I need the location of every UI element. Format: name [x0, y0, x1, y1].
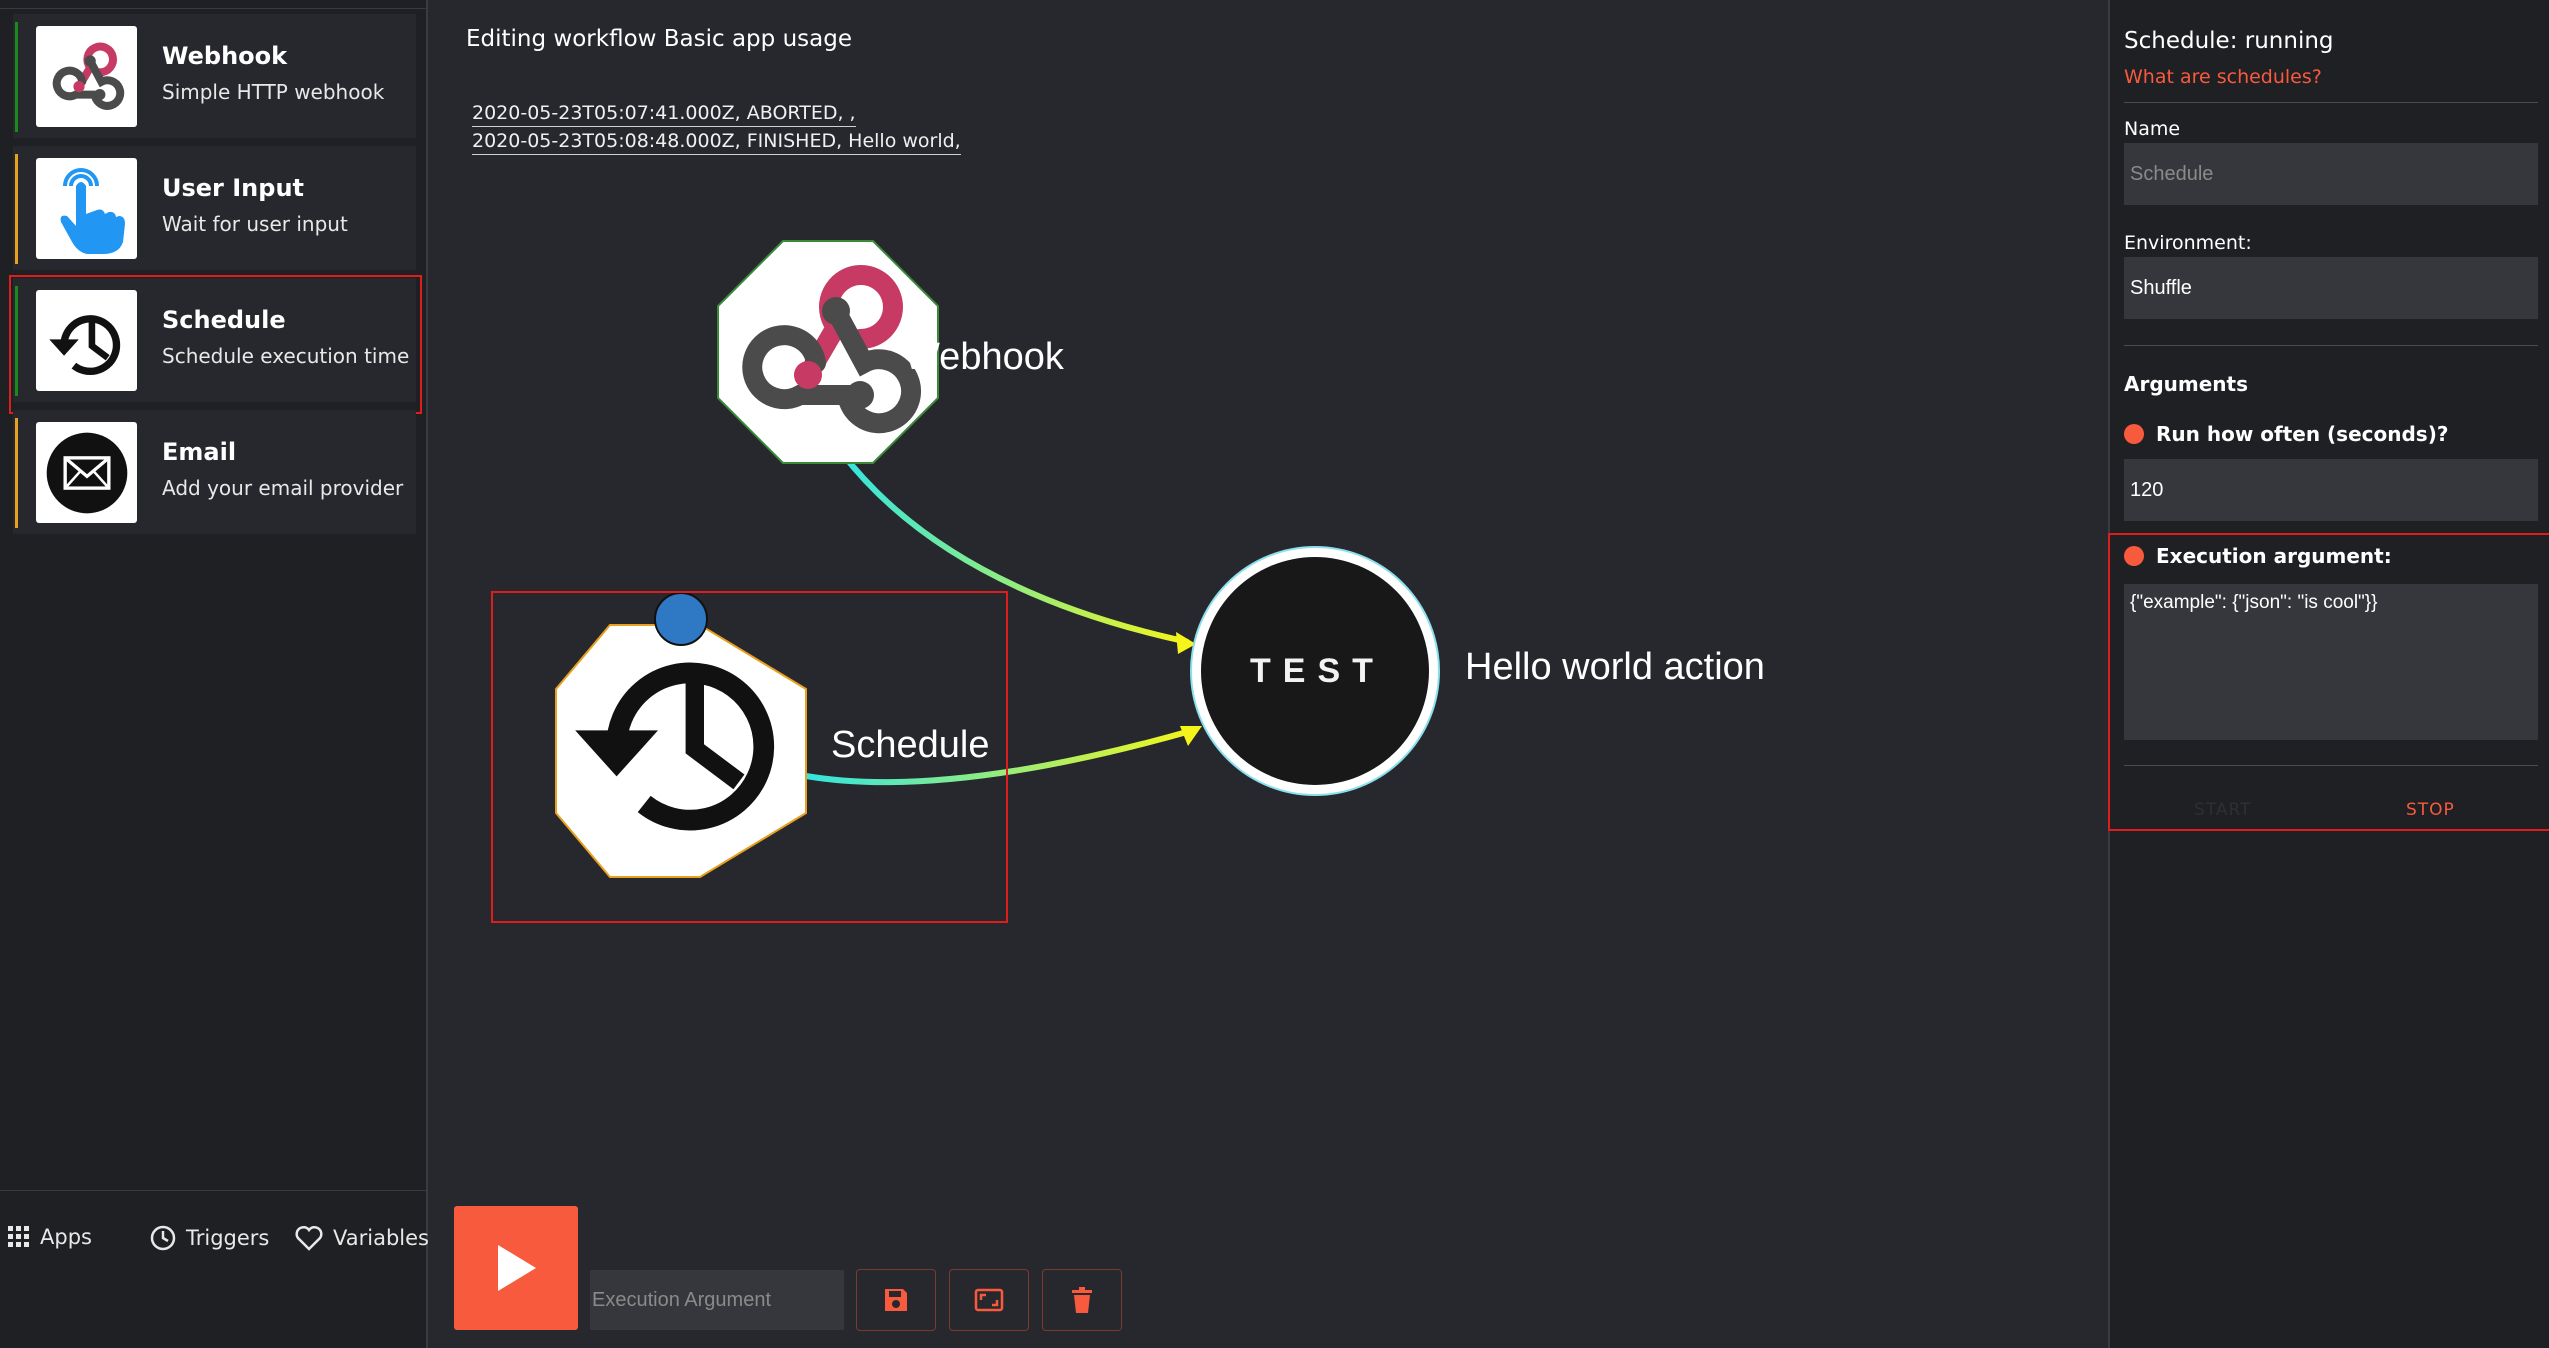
trigger-description: Add your email provider [162, 476, 404, 500]
run-how-often-input[interactable]: 120 [2124, 459, 2538, 521]
execution-argument-input[interactable] [590, 1270, 844, 1330]
trigger-item-email[interactable]: Email Add your email provider [13, 410, 416, 534]
trigger-name: Email [162, 438, 237, 466]
sidebar-top-divider [0, 0, 428, 9]
selected-trigger-highlight [9, 275, 422, 414]
nav-triggers-label: Triggers [186, 1226, 270, 1250]
required-indicator [2124, 546, 2144, 566]
trigger-description: Wait for user input [162, 212, 348, 236]
trigger-sidebar: Webhook Simple HTTP webhook User Input W… [0, 0, 429, 1348]
floppy-disk-icon [885, 1289, 907, 1311]
trash-icon [1072, 1287, 1092, 1313]
execution-argument-label: Execution argument: [2156, 544, 2392, 568]
schedule-name-input[interactable] [2124, 143, 2538, 205]
trigger-status-bar [15, 418, 18, 528]
delete-button[interactable] [1042, 1269, 1122, 1331]
nav-variables-label: Variables [333, 1226, 429, 1250]
panel-divider [2124, 102, 2538, 103]
required-indicator [2124, 424, 2144, 444]
start-schedule-button[interactable]: START [2194, 800, 2251, 820]
nav-apps-button[interactable]: Apps [8, 1225, 92, 1249]
sidebar-bottom-nav: Apps Triggers Variables [0, 1190, 429, 1341]
panel-divider [2124, 765, 2538, 766]
selected-node-highlight [491, 591, 1008, 923]
test-icon-text: TEST [1250, 652, 1385, 690]
trigger-name: User Input [162, 174, 304, 202]
trigger-name: Webhook [162, 42, 288, 70]
pointing-hand-icon [36, 158, 137, 259]
webhook-icon [36, 26, 137, 127]
name-label: Name [2124, 118, 2181, 140]
run-how-often-row: Run how often (seconds)? [2124, 422, 2448, 446]
panel-divider [2124, 345, 2538, 346]
trigger-settings-panel: Schedule: running What are schedules? Na… [2108, 0, 2549, 1348]
workflow-graph [555, 240, 1440, 878]
trigger-status-bar [15, 154, 18, 264]
trigger-status-bar [15, 22, 18, 132]
execution-argument-textarea[interactable]: {"example": {"json": "is cool"}} [2124, 584, 2538, 740]
workflow-canvas[interactable]: Editing workflow Basic app usage 2020-05… [428, 0, 2108, 1348]
panel-title: Schedule: running [2124, 28, 2334, 54]
trigger-item-user-input[interactable]: User Input Wait for user input [13, 146, 416, 270]
email-envelope-icon [36, 422, 137, 523]
run-how-often-label: Run how often (seconds)? [2156, 422, 2449, 446]
schedules-help-link[interactable]: What are schedules? [2124, 66, 2322, 88]
nav-apps-label: Apps [40, 1225, 92, 1249]
stop-schedule-button[interactable]: STOP [2406, 800, 2455, 820]
trigger-item-webhook[interactable]: Webhook Simple HTTP webhook [13, 14, 416, 138]
clock-icon [150, 1225, 176, 1251]
environment-label: Environment: [2124, 232, 2252, 254]
execution-argument-row: Execution argument: [2124, 544, 2392, 568]
trigger-description: Simple HTTP webhook [162, 80, 385, 104]
fit-screen-icon [974, 1288, 1004, 1312]
heart-icon [295, 1225, 323, 1251]
play-icon [498, 1245, 536, 1291]
run-workflow-button[interactable] [454, 1206, 578, 1330]
fit-view-button[interactable] [949, 1269, 1029, 1331]
environment-select[interactable]: Shuffle [2124, 257, 2538, 319]
webhook-node-label: Webhook [904, 336, 1064, 378]
save-workflow-button[interactable] [856, 1269, 936, 1331]
arguments-heading: Arguments [2124, 372, 2249, 396]
nav-triggers-button[interactable]: Triggers [150, 1225, 269, 1251]
nav-variables-button[interactable]: Variables [295, 1225, 429, 1251]
apps-grid-icon [8, 1226, 29, 1247]
action-node-label: Hello world action [1465, 646, 1765, 688]
